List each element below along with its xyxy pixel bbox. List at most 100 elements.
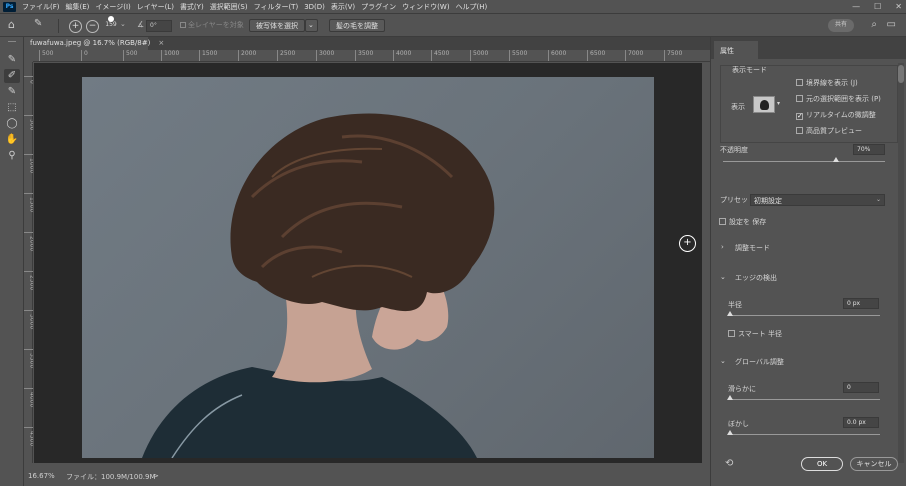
chevron-down-icon[interactable]: ⌄: [120, 20, 126, 35]
ruler-label: 3000: [316, 50, 334, 61]
view-mode-thumbnail[interactable]: [753, 96, 775, 113]
refine-hair-button[interactable]: 髪の毛を調整: [329, 19, 385, 32]
menu-help[interactable]: ヘルプ(H): [456, 2, 488, 12]
show-original-label: 元の選択範囲を表示 (P): [806, 95, 881, 103]
horizontal-ruler: 500 0 500 1000 1500 2000 2500 3000 3500 …: [33, 50, 710, 62]
feather-slider[interactable]: [729, 434, 880, 435]
brush-tool-icon[interactable]: ✐: [4, 69, 20, 83]
menu-view[interactable]: 表示(V): [331, 2, 355, 12]
refine-edge-brush-icon[interactable]: ✎: [4, 85, 20, 99]
ruler-v-label: 2500: [29, 275, 34, 290]
scrollbar-thumb[interactable]: [898, 65, 904, 83]
smooth-label: 滑らかに: [728, 385, 756, 393]
close-button[interactable]: ✕: [895, 2, 902, 11]
hand-tool-icon[interactable]: ✋: [4, 133, 20, 147]
ok-button[interactable]: OK: [801, 457, 843, 471]
smooth-slider[interactable]: [729, 399, 880, 400]
ruler-v-label: 3500: [29, 353, 34, 368]
edge-detection-heading[interactable]: エッジの検出: [735, 273, 777, 283]
menu-type[interactable]: 書式(Y): [180, 2, 204, 12]
home-icon[interactable]: ⌂: [8, 18, 24, 33]
chevron-down-icon[interactable]: ⌄: [720, 273, 726, 281]
save-settings-checkbox[interactable]: 設定を 保存: [719, 217, 766, 227]
ruler-label: 4000: [393, 50, 411, 61]
close-tab-icon[interactable]: ×: [158, 39, 164, 47]
tools-panel: ✎ ✐ ✎ ⬚ ◯ ✋ ⚲: [0, 37, 24, 486]
sample-all-layers-checkbox[interactable]: 全レイヤーを対象: [180, 20, 244, 35]
ruler-tick: 3500: [24, 349, 33, 368]
document-title: fuwafuwa.jpeg @ 16.7% (RGB/8#): [30, 39, 151, 47]
smooth-slider-knob[interactable]: [727, 395, 733, 400]
global-adjust-heading[interactable]: グローバル調整: [735, 357, 784, 367]
zoom-tool-icon[interactable]: ⚲: [4, 149, 20, 163]
tool-preset-icon[interactable]: ✎: [34, 18, 52, 33]
subtract-from-selection-button[interactable]: −: [86, 20, 99, 33]
ruler-label: 6000: [548, 50, 566, 61]
ruler-label: 3500: [355, 50, 373, 61]
silhouette-icon: [760, 100, 769, 110]
select-subject-dropdown[interactable]: ⌄: [305, 19, 318, 32]
menu-layer[interactable]: レイヤー(L): [137, 2, 174, 12]
opacity-input[interactable]: 70%: [853, 144, 885, 155]
menu-plugins[interactable]: プラグイン: [361, 2, 396, 12]
share-button[interactable]: 共有: [828, 19, 854, 32]
view-dropdown-arrow[interactable]: ▾: [777, 100, 780, 107]
zoom-level[interactable]: 16.67%: [28, 472, 55, 480]
adjust-mode-heading[interactable]: 調整モード: [735, 243, 770, 253]
preset-select[interactable]: 初期設定 ⌄: [750, 194, 885, 206]
radius-slider-knob[interactable]: [727, 311, 733, 316]
hq-preview-checkbox[interactable]: 高品質プレビュー: [796, 126, 862, 136]
maximize-button[interactable]: ☐: [874, 2, 881, 11]
photo-canvas[interactable]: [82, 77, 654, 458]
menu-window[interactable]: ウィンドウ(W): [402, 2, 449, 12]
menu-edit[interactable]: 編集(E): [66, 2, 90, 12]
menu-file[interactable]: ファイル(F): [22, 2, 60, 12]
status-arrow-icon[interactable]: >: [153, 472, 159, 480]
ruler-label: 500: [123, 50, 137, 61]
tab-properties[interactable]: 属性: [714, 41, 758, 59]
opacity-slider[interactable]: [723, 161, 885, 162]
add-to-selection-button[interactable]: +: [69, 20, 82, 33]
file-info: ファイル：100.9M/100.9M: [66, 473, 156, 481]
show-edge-checkbox[interactable]: 境界線を表示 (J): [796, 78, 858, 88]
panel-scrollbar[interactable]: [898, 63, 904, 463]
smart-radius-checkbox[interactable]: スマート 半径: [728, 329, 782, 339]
chevron-right-icon[interactable]: ›: [721, 243, 724, 251]
select-subject-button[interactable]: 被写体を選択: [249, 19, 305, 32]
preset-value: 初期設定: [754, 197, 782, 205]
menu-filter[interactable]: フィルター(T): [254, 2, 299, 12]
cancel-button[interactable]: キャンセル: [850, 457, 898, 471]
radius-input[interactable]: 0 px: [843, 298, 879, 309]
workspace-icon[interactable]: ▭: [887, 19, 896, 34]
minimize-button[interactable]: —: [852, 2, 860, 11]
opacity-slider-knob[interactable]: [833, 157, 840, 162]
reset-icon[interactable]: ⟲: [725, 458, 733, 469]
ruler-v-label: 3000: [29, 314, 34, 329]
vertical-ruler: 0 500 1000 1500 2000 2500 3000 3500 4000…: [24, 62, 33, 463]
radius-slider[interactable]: [729, 315, 880, 316]
chevron-down-icon[interactable]: ⌄: [720, 357, 726, 365]
search-icon[interactable]: ⌕: [871, 19, 877, 34]
lasso-tool-icon[interactable]: ◯: [4, 117, 20, 131]
feather-slider-knob[interactable]: [727, 430, 733, 435]
brush-picker[interactable]: 159: [104, 16, 118, 31]
feather-input[interactable]: 0.0 px: [843, 417, 879, 428]
menu-3d[interactable]: 3D(D): [304, 3, 325, 11]
smooth-input[interactable]: 0: [843, 382, 879, 393]
object-selection-tool-icon[interactable]: ⬚: [4, 101, 20, 115]
checkbox-box: [728, 330, 735, 337]
ruler-tick: 1000: [24, 154, 33, 173]
document-tab[interactable]: fuwafuwa.jpeg @ 16.7% (RGB/8#) ×: [24, 37, 164, 50]
ruler-tick: 2000: [24, 232, 33, 251]
menu-image[interactable]: イメージ(I): [95, 2, 130, 12]
ruler-v-label: 4000: [29, 392, 34, 407]
angle-input[interactable]: 0°: [146, 20, 172, 32]
realtime-checkbox[interactable]: ✓ リアルタイムの微調整: [796, 110, 876, 120]
quick-selection-tool-icon[interactable]: ✎: [4, 53, 20, 67]
show-original-checkbox[interactable]: 元の選択範囲を表示 (P): [796, 94, 881, 104]
save-settings-label: 設定を 保存: [729, 218, 767, 226]
menu-select[interactable]: 選択範囲(S): [210, 2, 248, 12]
canvas-area[interactable]: [34, 63, 702, 463]
ruler-label: 2500: [277, 50, 295, 61]
feather-label: ぼかし: [728, 420, 749, 428]
